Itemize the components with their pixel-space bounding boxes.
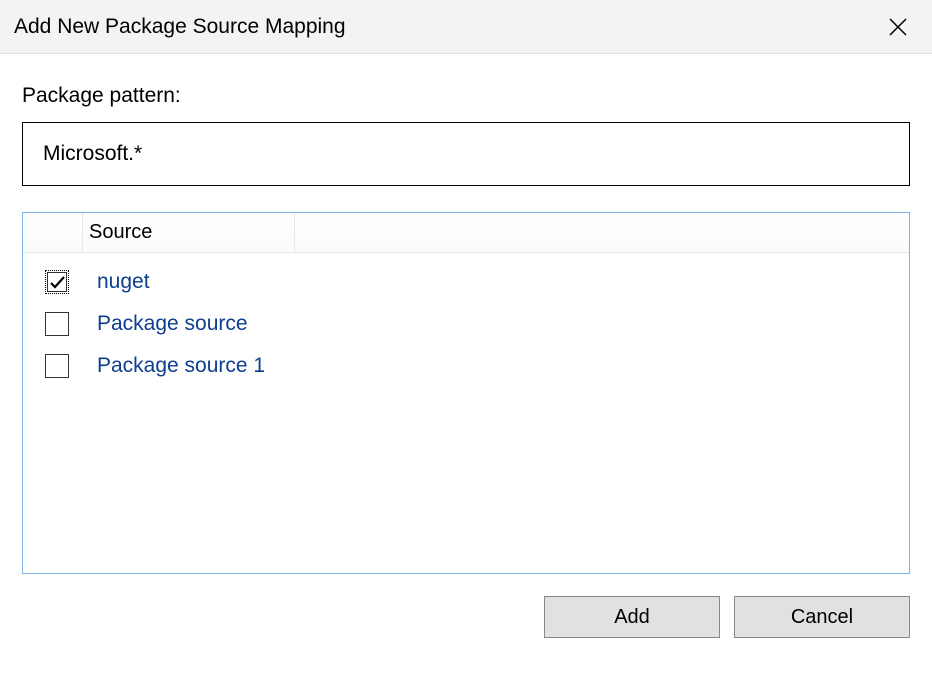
cancel-button[interactable]: Cancel [734, 596, 910, 638]
add-button[interactable]: Add [544, 596, 720, 638]
pattern-input[interactable] [22, 122, 910, 186]
titlebar: Add New Package Source Mapping [0, 0, 932, 54]
source-list-body: nuget Package source Package source 1 [23, 253, 909, 387]
source-checkbox[interactable] [45, 270, 69, 294]
list-item[interactable]: nuget [23, 261, 909, 303]
column-header-source[interactable]: Source [83, 213, 295, 252]
list-item[interactable]: Package source [23, 303, 909, 345]
source-list: Source nuget Package source [22, 212, 910, 574]
source-name: Package source [97, 312, 248, 336]
source-name: nuget [97, 270, 150, 294]
source-checkbox[interactable] [45, 354, 69, 378]
list-item[interactable]: Package source 1 [23, 345, 909, 387]
close-icon [889, 18, 907, 36]
pattern-label: Package pattern: [22, 84, 910, 108]
source-checkbox[interactable] [45, 312, 69, 336]
column-header-checkbox[interactable] [23, 213, 83, 252]
checkmark-icon [49, 274, 66, 291]
button-row: Add Cancel [0, 574, 932, 638]
dialog-content: Package pattern: Source nuget [0, 54, 932, 574]
close-button[interactable] [878, 7, 918, 47]
source-list-header: Source [23, 213, 909, 253]
dialog-title: Add New Package Source Mapping [14, 15, 346, 39]
source-name: Package source 1 [97, 354, 265, 378]
column-header-spacer [295, 213, 909, 252]
